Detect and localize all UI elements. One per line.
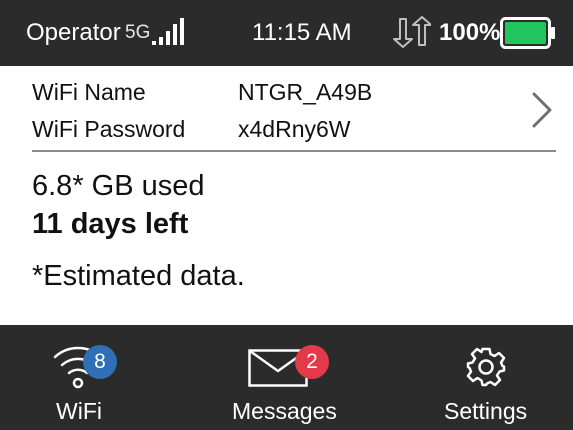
days-left: 11 days left: [32, 208, 189, 240]
battery-percentage: 100%: [439, 19, 501, 46]
data-transfer-icon: [393, 16, 431, 48]
wifi-info-row[interactable]: WiFi Name NTGR_A49B WiFi Password x4dRny…: [0, 66, 573, 150]
nav-messages-button[interactable]: 2 Messages: [191, 325, 382, 430]
status-bar: Operator 5G 11:15 AM 100%: [0, 0, 573, 66]
data-used: 6.8* GB used: [32, 170, 205, 202]
estimate-note: *Estimated data.: [32, 260, 245, 292]
wifi-name-value: NTGR_A49B: [238, 79, 373, 105]
nav-settings-button[interactable]: Settings: [382, 325, 573, 430]
nav-messages-label: Messages: [232, 398, 337, 424]
signal-bars-icon: [152, 18, 184, 45]
wifi-password-value: x4dRny6W: [238, 116, 351, 142]
messages-badge: 2: [295, 345, 329, 379]
nav-wifi-label: WiFi: [56, 398, 102, 424]
battery-icon: [500, 17, 555, 49]
divider: [32, 150, 556, 152]
wifi-password-label: WiFi Password: [32, 116, 186, 142]
wifi-badge: 8: [83, 345, 117, 379]
nav-wifi-button[interactable]: 8 WiFi: [0, 325, 191, 430]
network-type: 5G: [125, 22, 151, 43]
chevron-right-icon[interactable]: [526, 90, 556, 130]
wifi-name-label: WiFi Name: [32, 79, 146, 105]
bottom-nav: 8 WiFi 2 Messages Settings: [0, 325, 573, 430]
nav-settings-label: Settings: [444, 398, 528, 424]
operator-name: Operator: [26, 19, 121, 46]
clock-time: 11:15 AM: [252, 19, 352, 46]
gear-icon: [466, 347, 506, 387]
